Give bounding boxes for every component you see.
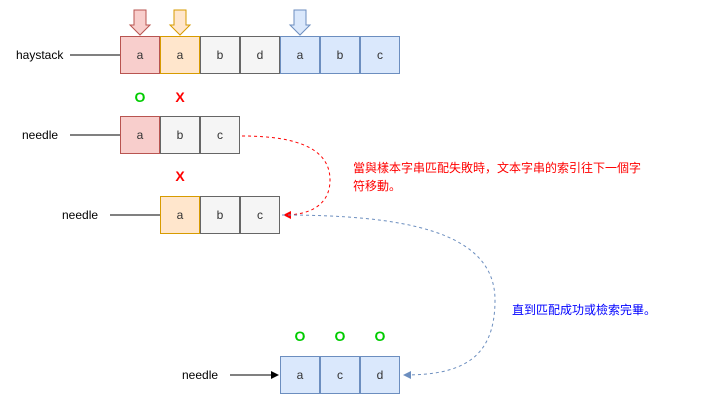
haystack-cell-3: d bbox=[240, 36, 280, 74]
mismatch-mark-row1-second: X bbox=[175, 89, 185, 105]
needle-label-row1: needle bbox=[22, 128, 59, 142]
needle-label-row3: needle bbox=[182, 368, 219, 382]
success-note: 直到匹配成功或檢索完畢。 bbox=[512, 303, 657, 317]
mismatch-mark-row2: X bbox=[175, 168, 185, 184]
needle-label-row2: needle bbox=[62, 208, 99, 222]
haystack-label: haystack bbox=[16, 48, 64, 62]
match-mark-row3-c: O bbox=[374, 328, 386, 344]
haystack-cell-1: a bbox=[160, 36, 200, 74]
needle1-cell-1: b bbox=[160, 116, 200, 154]
mismatch-note-line2: 符移動。 bbox=[353, 179, 402, 193]
needle3-cell-2: d bbox=[360, 356, 400, 394]
mismatch-note: 當與樣本字串匹配失敗時，文本字串的索引往下一個字 符移動。 bbox=[353, 159, 641, 195]
needle1-cell-2: c bbox=[200, 116, 240, 154]
pointer-orange-arrow-icon bbox=[168, 9, 192, 36]
mismatch-note-line1: 當與樣本字串匹配失敗時，文本字串的索引往下一個字 bbox=[353, 161, 642, 175]
needle2-cell-2: c bbox=[240, 196, 280, 234]
needle1-cell-0: a bbox=[120, 116, 160, 154]
haystack-cell-6: c bbox=[360, 36, 400, 74]
pointer-red-arrow-icon bbox=[128, 9, 152, 36]
match-mark-row3-b: O bbox=[334, 328, 346, 344]
needle2-cell-0: a bbox=[160, 196, 200, 234]
haystack-cell-4: a bbox=[280, 36, 320, 74]
match-mark-row1-first: O bbox=[134, 89, 146, 105]
haystack-cell-5: b bbox=[320, 36, 360, 74]
needle2-cell-1: b bbox=[200, 196, 240, 234]
needle3-cell-1: c bbox=[320, 356, 360, 394]
needle3-cell-0: a bbox=[280, 356, 320, 394]
match-mark-row3-a: O bbox=[294, 328, 306, 344]
pointer-blue-arrow-icon bbox=[288, 9, 312, 36]
haystack-cell-2: b bbox=[200, 36, 240, 74]
search-continue-connector bbox=[281, 214, 496, 379]
haystack-cell-0: a bbox=[120, 36, 160, 74]
